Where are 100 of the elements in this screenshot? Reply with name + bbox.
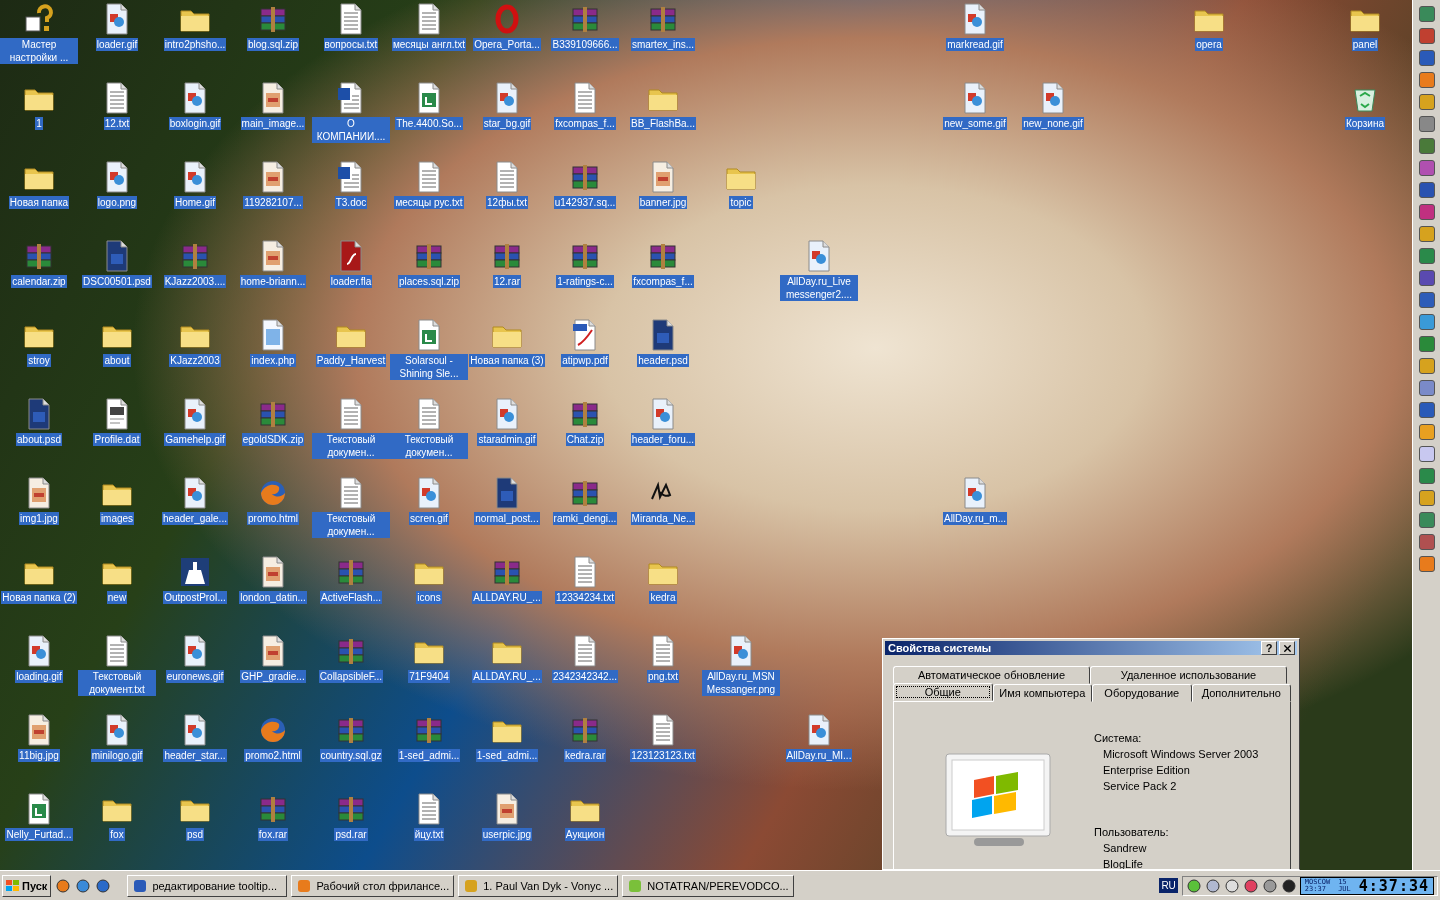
icon-label[interactable]: png.txt [647,670,679,683]
toolbar-app-icon[interactable] [1418,204,1435,220]
icon-label[interactable]: 12.txt [103,117,131,130]
toolbar-app-icon[interactable] [1418,28,1435,44]
icon-label[interactable]: GHP_gradie... [240,670,306,683]
icon-label[interactable]: 11big.jpg [18,749,60,762]
icon-label[interactable]: main_image... [240,117,306,130]
icon-label[interactable]: kedra [649,591,677,604]
icon-label[interactable]: AllDay.ru_Live messenger2.... [780,275,858,301]
toolbar-app-icon[interactable] [1418,446,1435,462]
toolbar-app-icon[interactable] [1418,336,1435,352]
icon-label[interactable]: icons [416,591,442,604]
toolbar-app-icon[interactable] [1418,6,1435,22]
icon-label[interactable]: 123123123.txt [630,749,696,762]
icon-label[interactable]: Nelly_Furtad... [5,828,73,841]
icon-label[interactable]: header_foru... [630,433,696,446]
icon-label[interactable]: blog.sql.zip [247,38,299,51]
icon-label[interactable]: home-briann... [239,275,307,288]
icon-label[interactable]: london_datin... [239,591,307,604]
icon-label[interactable]: Solarsoul - Shining Sle... [390,354,468,380]
icon-label[interactable]: Gamehelp.gif [164,433,226,446]
icon-label[interactable]: Profile.dat [93,433,141,446]
icon-label[interactable]: logo.png [96,196,138,209]
icon-label[interactable]: T3.doc [334,196,368,209]
icon-label[interactable]: calendar.zip [11,275,67,288]
icon-label[interactable]: kedra.rar [564,749,606,762]
icon-label[interactable]: О КОМПАНИИ.... [312,117,390,143]
toolbar-app-icon[interactable] [1418,270,1435,286]
icon-label[interactable]: new_none.gif [1022,117,1084,130]
toolbar-app-icon[interactable] [1418,556,1435,572]
tab[interactable]: Автоматическое обновление [893,666,1090,684]
icon-label[interactable]: promo.html [247,512,299,525]
toolbar-app-icon[interactable] [1418,182,1435,198]
icon-label[interactable]: Home.gif [174,196,216,209]
icon-label[interactable]: Текстовый докумен... [390,433,468,459]
icon-label[interactable]: Текстовый докумен... [312,512,390,538]
icon-label[interactable]: fox [109,828,125,841]
tab[interactable]: Общие [893,683,993,701]
icon-label[interactable]: 12.rar [492,275,522,288]
task-button[interactable]: редактирование tooltip... [127,874,288,897]
icon-label[interactable]: opera [1195,38,1223,51]
icon-label[interactable]: Новая папка (3) [469,354,545,367]
icon-label[interactable]: places.sql.zip [398,275,460,288]
icon-label[interactable]: CollapsibleF... [318,670,384,683]
icon-label[interactable]: header_gale... [162,512,228,525]
icon-label[interactable]: ALLDAY.RU_... [472,591,542,604]
icon-label[interactable]: panel [1351,38,1379,51]
icon-label[interactable]: 12334234.txt [555,591,615,604]
icon-label[interactable]: images [99,512,135,525]
toolbar-app-icon[interactable] [1418,72,1435,88]
icon-label[interactable]: 119282107... [243,196,303,209]
icon-label[interactable]: about.psd [16,433,62,446]
icon-label[interactable]: loader.gif [95,38,139,51]
icon-label[interactable]: smartex_ins... [630,38,696,51]
icon-label[interactable]: atipwp.pdf [561,354,609,367]
icon-label[interactable]: 12фы.txt [486,196,528,209]
icon-label[interactable]: BB_FlashBa... [630,117,696,130]
icon-label[interactable]: 1-sed_admi... [475,749,539,762]
icon-label[interactable]: psd.rar [334,828,368,841]
icon-label[interactable]: header.psd [637,354,689,367]
help-button[interactable]: ? [1261,641,1277,655]
icon-label[interactable]: header_star... [163,749,227,762]
icon-label[interactable]: new_some.gif [943,117,1007,130]
toolbar-app-icon[interactable] [1418,424,1435,440]
icon-label[interactable]: 1-sed_admi... [397,749,461,762]
icon-label[interactable]: месяцы рус.txt [394,196,464,209]
icon-label[interactable]: index.php [250,354,296,367]
icon-label[interactable]: stroy [27,354,51,367]
toolbar-app-icon[interactable] [1418,490,1435,506]
icon-label[interactable]: fxcompas_f... [554,117,616,130]
icon-label[interactable]: Новая папка [8,196,70,209]
toolbar-app-icon[interactable] [1418,248,1435,264]
toolbar-app-icon[interactable] [1418,380,1435,396]
tab[interactable]: Оборудование [1092,684,1192,702]
icon-label[interactable]: 2342342342... [552,670,618,683]
icon-label[interactable]: img1.jpg [19,512,59,525]
icon-label[interactable]: star_bg.gif [482,117,532,130]
tower-icon[interactable] [179,556,211,588]
icon-label[interactable]: staradmin.gif [477,433,537,446]
icon-label[interactable]: Текстовый докумен... [312,433,390,459]
task-button[interactable]: Рабочий стол фрилансе... [291,874,455,897]
tab[interactable]: Удаленное использование [1090,666,1287,684]
icon-label[interactable]: euronews.gif [165,670,225,683]
icon-label[interactable]: boxlogin.gif [168,117,222,130]
close-button[interactable] [1279,641,1295,655]
icon-label[interactable]: B339109666... [551,38,619,51]
toolbar-app-icon[interactable] [1418,160,1435,176]
tab[interactable]: Дополнительно [1191,684,1291,702]
icon-label[interactable]: Новая папка (2) [1,591,77,604]
toolbar-app-icon[interactable] [1418,226,1435,242]
toolbar-app-icon[interactable] [1418,468,1435,484]
icon-label[interactable]: scren.gif [409,512,449,525]
toolbar-app-icon[interactable] [1418,512,1435,528]
icon-label[interactable]: Аукцион [564,828,606,841]
icon-label[interactable]: loading.gif [15,670,63,683]
toolbar-app-icon[interactable] [1418,94,1435,110]
start-button[interactable]: Пуск [2,874,52,897]
icon-label[interactable]: KJazz2003.... [163,275,227,288]
icon-label[interactable]: AllDay.ru_m... [942,512,1008,525]
icon-label[interactable]: AllDay.ru_MI... [785,749,853,762]
